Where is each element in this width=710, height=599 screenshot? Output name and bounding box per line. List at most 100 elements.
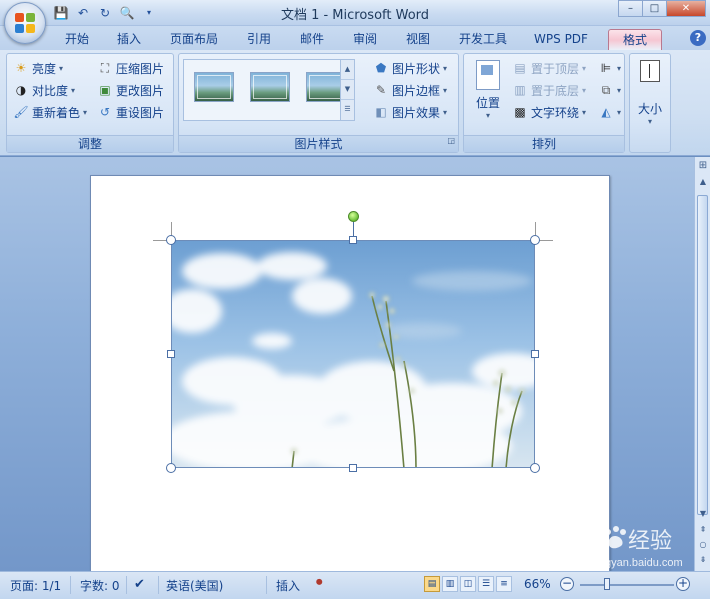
tab-developer[interactable]: 开发工具 [452, 29, 514, 50]
dialog-launcher-icon[interactable]: ◲ [447, 133, 455, 149]
contrast-button[interactable]: ◑ 对比度 ▾ [13, 80, 75, 100]
gallery-more-icon[interactable]: ☰ [341, 100, 354, 120]
contrast-label: 对比度 [32, 83, 69, 98]
change-picture-button[interactable]: ▣ 更改图片 [97, 80, 164, 100]
close-button[interactable]: ✕ [666, 0, 706, 17]
tab-review[interactable]: 审阅 [346, 29, 384, 50]
zoom-slider-thumb[interactable] [604, 578, 610, 590]
align-button[interactable]: ⊫ ▾ [598, 58, 621, 78]
tab-wps-pdf[interactable]: WPS PDF [528, 29, 594, 50]
picture-effects-button[interactable]: ◧ 图片效果 ▾ [373, 102, 447, 122]
group-size: 大小 ▾ [629, 53, 671, 153]
size-icon [640, 60, 660, 82]
brightness-label: 亮度 [32, 61, 57, 76]
full-screen-reading-icon[interactable]: ▥ [442, 576, 458, 592]
reset-picture-label: 重设图片 [116, 105, 165, 120]
style-thumbnail[interactable] [194, 72, 234, 102]
position-label: 位置 [475, 96, 500, 110]
office-button[interactable] [4, 2, 46, 44]
send-back-icon: ▥ [514, 83, 526, 97]
size-label: 大小 [637, 102, 662, 116]
bring-to-front-label: 置于顶层 [531, 61, 580, 76]
vertical-scrollbar[interactable]: ⊞ ▲ ▼ ⇞ ○ ⇟ [694, 157, 710, 571]
tab-view[interactable]: 视图 [399, 29, 437, 50]
recolor-button[interactable]: 🖌 重新着色 ▾ [13, 102, 87, 122]
zoom-slider-track[interactable] [580, 584, 674, 586]
help-icon[interactable]: ? [690, 30, 706, 46]
gallery-down-icon[interactable]: ▼ [341, 80, 354, 100]
send-to-back-button[interactable]: ▥ 置于底层 ▾ [512, 80, 586, 100]
draft-view-icon[interactable]: ≡ [496, 576, 512, 592]
resize-handle-bottom-right[interactable] [530, 463, 540, 473]
sky-flowers-photo [172, 241, 534, 467]
resize-handle-bottom[interactable] [349, 464, 357, 472]
text-wrap-icon: ▩ [514, 105, 526, 119]
tab-insert[interactable]: 插入 [110, 29, 148, 50]
status-separator [126, 576, 127, 594]
align-icon: ⊫ [600, 61, 612, 75]
rotate-button[interactable]: ◭ ▾ [598, 102, 621, 122]
tab-references[interactable]: 引用 [240, 29, 278, 50]
ribbon: ☀ 亮度 ▾ ◑ 对比度 ▾ 🖌 重新着色 ▾ ⛶ 压缩图片 ▣ 更改图片 ↺ 重设图… [0, 50, 710, 156]
zoom-level[interactable]: 66% [524, 577, 551, 591]
word-count[interactable]: 字数: 0 [80, 577, 120, 594]
gallery-up-icon[interactable]: ▲ [341, 60, 354, 80]
maximize-button[interactable]: □ [642, 0, 667, 17]
picture-shape-button[interactable]: ⬟ 图片形状 ▾ [373, 58, 447, 78]
scroll-up-icon[interactable]: ▲ [696, 175, 710, 189]
effects-icon: ◧ [375, 105, 387, 119]
window-controls: – □ ✕ [618, 0, 706, 17]
baidu-jingyan-watermark: Bai 经验 jingyan.baidu.com [530, 518, 700, 574]
resize-handle-top[interactable] [349, 236, 357, 244]
picture-styles-gallery: ▲ ▼ ☰ [183, 59, 355, 121]
picture-border-button[interactable]: ✎ 图片边框 ▾ [373, 80, 447, 100]
rotate-icon: ◭ [601, 105, 611, 119]
compress-label: 压缩图片 [116, 61, 165, 76]
resize-handle-right[interactable] [531, 350, 539, 358]
send-to-back-label: 置于底层 [531, 83, 580, 98]
size-button[interactable]: 大小 ▾ [633, 58, 667, 148]
resize-handle-top-right[interactable] [530, 235, 540, 245]
tab-home[interactable]: 开始 [58, 29, 96, 50]
zoom-out-icon[interactable]: − [560, 577, 574, 591]
macro-record-icon[interactable]: ⏺ [316, 575, 323, 590]
text-wrap-button[interactable]: ▩ 文字环绕 ▾ [512, 102, 586, 122]
tab-format[interactable]: 格式 [608, 29, 662, 50]
language[interactable]: 英语(美国) [166, 577, 223, 594]
spelling-check-icon[interactable]: ✔ [134, 577, 145, 592]
position-button[interactable]: 位置 ▾ [470, 58, 506, 130]
picture-border-label: 图片边框 [392, 83, 441, 98]
tab-page-layout[interactable]: 页面布局 [163, 29, 225, 50]
resize-handle-left[interactable] [167, 350, 175, 358]
scrollbar-thumb[interactable] [697, 195, 708, 515]
group-picture-styles: ▲ ▼ ☰ ⬟ 图片形状 ▾ ✎ 图片边框 ▾ ◧ 图片效果 ▾ 图片样式 ◲ [178, 53, 459, 153]
watermark-brand-b: 经验 [628, 529, 672, 554]
resize-handle-top-left[interactable] [166, 235, 176, 245]
document-page[interactable] [90, 175, 610, 575]
compress-pictures-button[interactable]: ⛶ 压缩图片 [97, 58, 164, 78]
change-picture-label: 更改图片 [116, 83, 165, 98]
ruler-toggle-icon[interactable]: ⊞ [696, 159, 710, 173]
page-count[interactable]: 页面: 1/1 [10, 577, 61, 594]
rotation-handle[interactable] [348, 211, 359, 222]
bring-to-front-button[interactable]: ▤ 置于顶层 ▾ [512, 58, 586, 78]
group-arrange: 位置 ▾ ▤ 置于顶层 ▾ ▥ 置于底层 ▾ ▩ 文字环绕 ▾ ⊫ ▾ ⧉ ▾ ◭ ▾ 排列 [463, 53, 625, 153]
brightness-button[interactable]: ☀ 亮度 ▾ [13, 58, 63, 78]
window-title: 文档 1 - Microsoft Word [280, 8, 430, 23]
style-thumbnail[interactable] [250, 72, 290, 102]
tab-mailings[interactable]: 邮件 [293, 29, 331, 50]
minimize-button[interactable]: – [618, 0, 643, 17]
status-separator [266, 576, 267, 594]
outline-view-icon[interactable]: ☰ [478, 576, 494, 592]
zoom-in-icon[interactable]: + [676, 577, 690, 591]
recolor-label: 重新着色 [32, 105, 81, 120]
insert-mode[interactable]: 插入 [276, 577, 300, 594]
watermark-url: jingyan.baidu.com [593, 557, 683, 569]
selected-picture[interactable] [171, 240, 535, 468]
group-picture-styles-label: 图片样式 ◲ [179, 135, 458, 152]
resize-handle-bottom-left[interactable] [166, 463, 176, 473]
reset-picture-button[interactable]: ↺ 重设图片 [97, 102, 164, 122]
web-layout-icon[interactable]: ◫ [460, 576, 476, 592]
group-objects-button[interactable]: ⧉ ▾ [598, 80, 621, 100]
print-layout-view-icon[interactable]: ▤ [424, 576, 440, 592]
